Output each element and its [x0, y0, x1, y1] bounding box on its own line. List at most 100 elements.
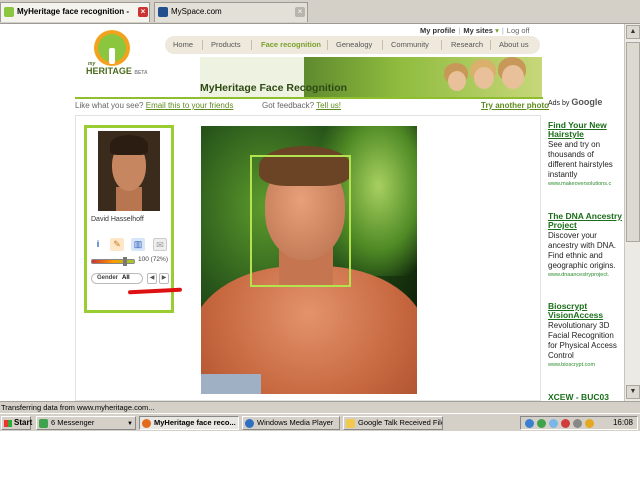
ad-url[interactable]: www.makeoversolutions.c	[548, 181, 624, 187]
match-confidence-slider[interactable]	[91, 259, 135, 264]
banner-kid-face	[448, 71, 466, 91]
ad-item[interactable]: XCEW - BUC03	[548, 393, 624, 402]
detected-face-box[interactable]	[250, 155, 351, 287]
browser-tab-bar: MyHeritage face recognition - cel... × M…	[0, 0, 640, 34]
myspace-favicon	[158, 7, 168, 17]
ad-title[interactable]: Find Your New Hairstyle	[548, 121, 624, 139]
ads-by-label: Ads by	[548, 100, 570, 107]
divider	[75, 97, 543, 99]
taskbar-item-myheritage[interactable]: MyHeritage face reco...	[139, 416, 239, 430]
ads-by-google[interactable]: Ads by Google	[548, 97, 602, 107]
tray-talk-icon[interactable]	[549, 419, 558, 428]
ad-url[interactable]: www.dnaancestryproject.	[548, 272, 624, 278]
ad-description: See and try on thousands of different ha…	[548, 140, 613, 179]
messenger-icon	[39, 419, 48, 428]
nav-products[interactable]: Products	[211, 40, 241, 49]
tray-network-icon[interactable]	[525, 419, 534, 428]
ad-title[interactable]: Bioscrypt VisionAccess	[548, 302, 624, 320]
scrollbar-thumb[interactable]	[626, 42, 640, 242]
ad-description: Revolutionary 3D Facial Recognition for …	[548, 321, 617, 360]
feedback-prompt: Got feedback? Tell us!	[262, 101, 341, 110]
media-player-icon	[245, 419, 254, 428]
windows-logo-icon	[4, 420, 12, 427]
ad-url[interactable]: www.bioscrypt.com	[548, 362, 624, 368]
next-arrow-icon[interactable]: ▶	[159, 273, 169, 284]
nav-divider	[327, 40, 328, 50]
folder-icon	[346, 419, 355, 428]
nav-divider	[251, 40, 252, 50]
nav-divider	[441, 40, 442, 50]
tell-us-link[interactable]: Tell us!	[316, 101, 341, 110]
slider-handle[interactable]	[123, 257, 127, 266]
tray-antivirus-icon[interactable]	[561, 419, 570, 428]
windows-taskbar: Start 6 Messenger ▼ MyHeritage face reco…	[0, 413, 640, 431]
myheritage-logo[interactable]: my HERITAGE BETA	[86, 30, 152, 82]
share-prompt: Like what you see? Email this to your fr…	[75, 101, 233, 110]
photo-shorts	[201, 374, 261, 394]
nav-divider	[490, 40, 491, 50]
gender-filter[interactable]: Gender All	[91, 273, 143, 284]
tray-update-icon[interactable]	[585, 419, 594, 428]
tray-volume-icon[interactable]	[573, 419, 582, 428]
try-another-photo-link[interactable]: Try another photo	[481, 101, 549, 110]
my-sites-link[interactable]: My sites	[463, 26, 493, 35]
got-feedback-text: Got feedback?	[262, 101, 315, 110]
start-label: Start	[14, 418, 33, 427]
taskbar-clock: 16:08	[612, 418, 633, 427]
email-friends-link[interactable]: Email this to your friends	[146, 101, 234, 110]
chevron-down-icon: ▼	[127, 421, 133, 427]
ad-item[interactable]: The DNA Ancestry Project Discover your a…	[548, 212, 624, 279]
nav-research[interactable]: Research	[451, 40, 483, 49]
taskbar-item-google-talk-files[interactable]: Google Talk Received Files	[343, 416, 443, 430]
blank-area	[0, 431, 640, 480]
like-text: Like what you see?	[75, 101, 144, 110]
logo-brand-text: HERITAGE BETA	[86, 66, 148, 76]
ad-title[interactable]: XCEW - BUC03	[548, 393, 624, 402]
info-icon[interactable]: i	[91, 238, 105, 251]
my-profile-link[interactable]: My profile	[420, 26, 455, 35]
previous-arrow-icon[interactable]: ◀	[147, 273, 157, 284]
logo-tree-trunk	[109, 48, 115, 64]
system-tray: 16:08	[520, 416, 638, 430]
google-wordmark: Google	[571, 97, 603, 107]
chevron-down-icon[interactable]: ▾	[493, 26, 499, 35]
vertical-scrollbar[interactable]: ▲ ▼	[624, 24, 640, 401]
ad-title[interactable]: The DNA Ancestry Project	[548, 212, 624, 230]
nav-community[interactable]: Community	[391, 40, 429, 49]
nav-genealogy[interactable]: Genealogy	[336, 40, 372, 49]
nav-home[interactable]: Home	[173, 40, 193, 49]
account-links: My profile | My sites ▾ | Log off	[420, 26, 530, 35]
logo-beta: BETA	[134, 70, 148, 76]
tab-myspace[interactable]: MySpace.com ×	[154, 2, 308, 22]
nav-divider	[382, 40, 383, 50]
match-actions: i ✎ ▥ ✉	[91, 238, 169, 252]
book-icon[interactable]: ▥	[131, 238, 145, 251]
close-tab-icon[interactable]: ×	[295, 7, 305, 17]
ad-item[interactable]: Find Your New Hairstyle See and try on t…	[548, 121, 624, 188]
match-score: 100 (72%)	[138, 256, 168, 263]
taskbar-item-media-player[interactable]: Windows Media Player	[242, 416, 340, 430]
scroll-up-icon[interactable]: ▲	[626, 25, 640, 39]
gender-label: Gender	[97, 275, 119, 281]
tab-myheritage[interactable]: MyHeritage face recognition - cel... ×	[0, 2, 150, 34]
nav-divider	[202, 40, 203, 50]
gender-value: All	[122, 275, 130, 281]
taskbar-item-label: Google Talk Received Files	[358, 418, 443, 427]
nav-about-us[interactable]: About us	[499, 40, 529, 49]
main-nav: Home Products Face recognition Genealogy…	[165, 36, 540, 54]
nav-face-recognition[interactable]: Face recognition	[261, 40, 321, 49]
match-card: David Hasselhoff i ✎ ▥ ✉ 100 (72%) Gende…	[84, 125, 174, 313]
ad-item[interactable]: Bioscrypt VisionAccess Revolutionary 3D …	[548, 302, 624, 369]
logo-name: HERITAGE	[86, 66, 132, 76]
tray-messenger-icon[interactable]	[537, 419, 546, 428]
log-off-link[interactable]: Log off	[507, 26, 530, 35]
scroll-down-icon[interactable]: ▼	[626, 385, 640, 399]
start-button[interactable]: Start	[1, 416, 33, 430]
pencil-icon[interactable]: ✎	[110, 238, 124, 251]
close-tab-icon[interactable]: ×	[138, 7, 148, 17]
thumb-hair	[110, 135, 148, 155]
match-thumbnail[interactable]	[98, 131, 160, 211]
taskbar-item-messenger[interactable]: 6 Messenger ▼	[36, 416, 136, 430]
tab-myspace-label: MySpace.com	[171, 7, 222, 16]
email-icon[interactable]: ✉	[153, 238, 167, 251]
